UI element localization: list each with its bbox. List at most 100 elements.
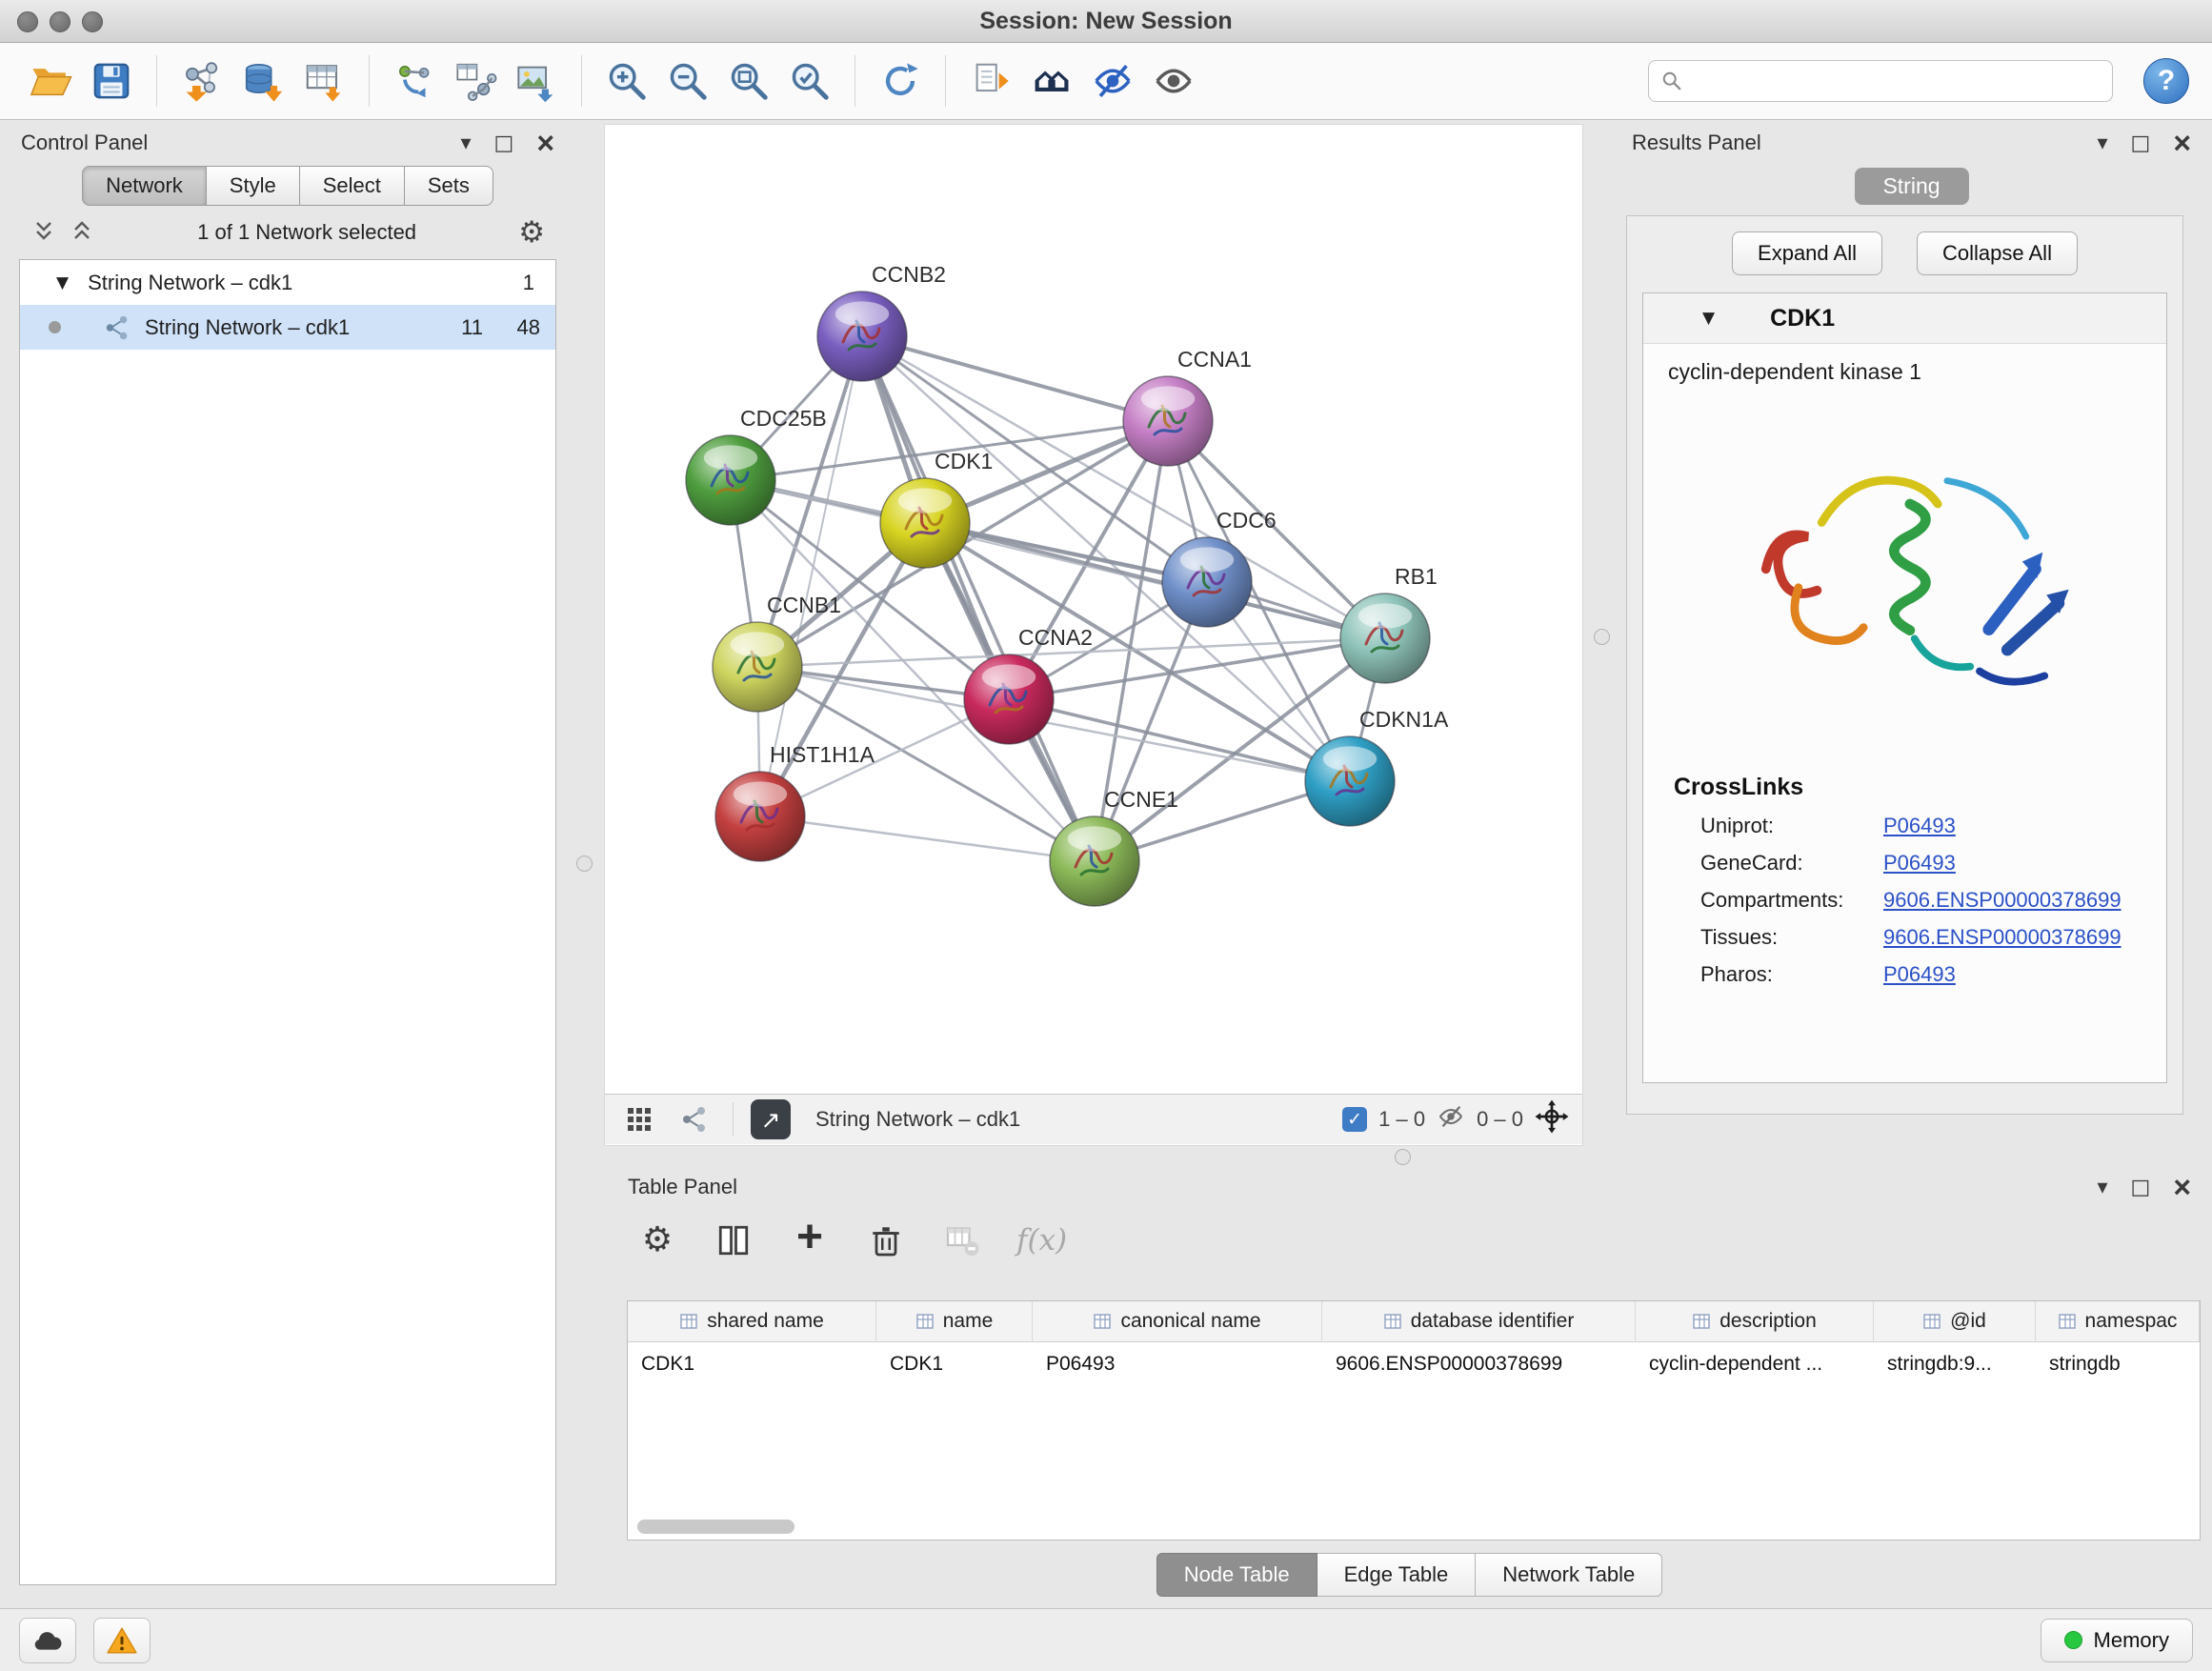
node-table: shared name name canonical name database… — [627, 1300, 2201, 1540]
import-network-from-database-button[interactable] — [235, 53, 291, 109]
export-image-button[interactable] — [509, 53, 564, 109]
network-label: String Network – cdk1 — [145, 315, 350, 340]
vertical-splitter-handle[interactable] — [1594, 629, 1610, 645]
import-network-from-file-button[interactable] — [174, 53, 230, 109]
zoom-selected-button[interactable] — [782, 53, 837, 109]
network-collection-row[interactable]: ▼ String Network – cdk1 1 — [20, 260, 555, 305]
refresh-button[interactable] — [873, 53, 928, 109]
panel-close-icon[interactable]: × — [2173, 128, 2191, 158]
table-row[interactable]: CDK1 CDK1 P06493 9606.ENSP00000378699 cy… — [628, 1342, 2200, 1386]
zoom-in-button[interactable] — [599, 53, 654, 109]
add-column-button[interactable]: + — [788, 1216, 832, 1259]
network-edge[interactable] — [760, 816, 1095, 861]
crosslink-link[interactable]: 9606.ENSP00000378699 — [1883, 888, 2122, 913]
network-row-selected[interactable]: String Network – cdk1 11 48 — [20, 305, 555, 350]
horizontal-splitter-handle[interactable] — [1395, 1149, 1411, 1165]
grid-view-button[interactable] — [618, 1098, 660, 1140]
network-edge[interactable] — [862, 336, 1095, 861]
tab-sets[interactable]: Sets — [405, 166, 493, 206]
column-type-icon — [1922, 1312, 1941, 1331]
global-search-field[interactable] — [1648, 60, 2113, 102]
panel-menu-icon[interactable]: ▾ — [2097, 131, 2107, 155]
tab-select[interactable]: Select — [300, 166, 405, 206]
network-canvas[interactable]: CCNB2CCNA1CDC25BCDK1CDC6RB1CCNB1CCNA2CDK… — [605, 125, 1582, 1094]
horizontal-scrollbar-thumb[interactable] — [637, 1520, 794, 1534]
memory-button[interactable]: Memory — [2041, 1619, 2193, 1662]
panel-float-icon[interactable]: □ — [2131, 131, 2151, 155]
collapse-entry-icon[interactable]: ▼ — [1702, 309, 1715, 328]
search-input[interactable] — [1691, 68, 2101, 94]
title-bar: Session: New Session — [0, 0, 2212, 43]
birdseye-view-button[interactable]: ⌂⌂ — [1024, 53, 1079, 109]
reposition-button[interactable] — [1535, 1099, 1569, 1139]
table-settings-gear-icon[interactable]: ⚙ — [635, 1218, 679, 1262]
column-header[interactable]: database identifier — [1322, 1301, 1636, 1342]
eye-icon — [1152, 59, 1196, 103]
import-table-button[interactable] — [296, 53, 352, 109]
column-header[interactable]: namespac — [2036, 1301, 2200, 1342]
crosslink-link[interactable]: P06493 — [1883, 851, 1956, 876]
tab-node-table[interactable]: Node Table — [1156, 1553, 1317, 1597]
table-panel: Table Panel ▾ □ × ⚙ + — [618, 1168, 2201, 1601]
crosslink-link[interactable]: 9606.ENSP00000378699 — [1883, 925, 2122, 950]
gene-entry-header[interactable]: ▼ CDK1 — [1643, 293, 2166, 344]
panel-float-icon[interactable]: □ — [494, 131, 514, 155]
maximize-window-button[interactable] — [82, 11, 103, 32]
network-overview-button[interactable] — [674, 1098, 715, 1140]
table-type-tabs: Node Table Edge Table Network Table — [618, 1553, 2201, 1597]
close-window-button[interactable] — [17, 11, 38, 32]
new-network-from-selection-button[interactable] — [387, 53, 442, 109]
vertical-splitter-handle[interactable] — [576, 856, 593, 872]
panel-close-icon[interactable]: × — [536, 128, 554, 158]
expand-all-icon[interactable] — [69, 219, 95, 246]
gear-icon[interactable]: ⚙ — [518, 218, 545, 248]
column-header[interactable]: description — [1636, 1301, 1874, 1342]
expand-all-button[interactable]: Expand All — [1732, 232, 1882, 275]
save-session-button[interactable] — [84, 53, 139, 109]
column-header[interactable]: @id — [1874, 1301, 2036, 1342]
tab-style[interactable]: Style — [207, 166, 300, 206]
crosslink-label: GeneCard: — [1700, 851, 1883, 876]
node-label-cdc25b: CDC25B — [740, 406, 827, 431]
help-button[interactable]: ? — [2143, 58, 2189, 104]
panel-close-icon[interactable]: × — [2173, 1172, 2191, 1202]
cloud-status-button[interactable] — [19, 1618, 76, 1663]
minimize-window-button[interactable] — [50, 11, 70, 32]
string-tab[interactable]: String — [1854, 168, 1968, 205]
node-gloss-highlight — [898, 488, 952, 513]
delete-column-button[interactable] — [864, 1218, 908, 1262]
warnings-button[interactable] — [93, 1618, 151, 1663]
network-edge[interactable] — [925, 523, 1385, 638]
crosslink-link[interactable]: P06493 — [1883, 814, 1956, 838]
collapse-all-icon[interactable] — [30, 219, 57, 246]
table-import-icon — [302, 59, 346, 103]
panel-float-icon[interactable]: □ — [2131, 1176, 2151, 1199]
column-header[interactable]: shared name — [628, 1301, 876, 1342]
detach-view-button[interactable]: ↗ — [751, 1099, 791, 1139]
import-network-file-icon — [180, 59, 224, 103]
panel-menu-icon[interactable]: ▾ — [2097, 1176, 2107, 1199]
tree-expander-icon[interactable]: ▼ — [56, 273, 69, 292]
tab-network-table[interactable]: Network Table — [1476, 1553, 1662, 1597]
crosshair-icon — [1535, 1099, 1569, 1134]
zoom-fit-button[interactable] — [721, 53, 776, 109]
gene-entry-card: ▼ CDK1 cyclin-dependent kinase 1 — [1642, 292, 2167, 1083]
crosslink-link[interactable]: P06493 — [1883, 962, 1956, 987]
show-columns-button[interactable] — [712, 1218, 755, 1262]
column-header[interactable]: canonical name — [1033, 1301, 1322, 1342]
panel-menu-icon[interactable]: ▾ — [460, 131, 471, 155]
column-header[interactable]: name — [876, 1301, 1033, 1342]
collapse-all-button[interactable]: Collapse All — [1917, 232, 2078, 275]
table-toolbar: ⚙ + — [635, 1212, 1067, 1269]
zoom-out-button[interactable] — [660, 53, 715, 109]
selected-checkbox-icon[interactable]: ✓ — [1342, 1107, 1367, 1132]
trash-icon — [867, 1221, 905, 1259]
hide-selected-button[interactable] — [1085, 53, 1140, 109]
floppy-disk-icon — [90, 59, 133, 103]
tab-network[interactable]: Network — [82, 166, 207, 206]
tab-edge-table[interactable]: Edge Table — [1317, 1553, 1477, 1597]
copy-document-button[interactable] — [963, 53, 1018, 109]
open-session-button[interactable] — [23, 53, 78, 109]
clone-network-button[interactable] — [448, 53, 503, 109]
show-all-button[interactable] — [1146, 53, 1201, 109]
